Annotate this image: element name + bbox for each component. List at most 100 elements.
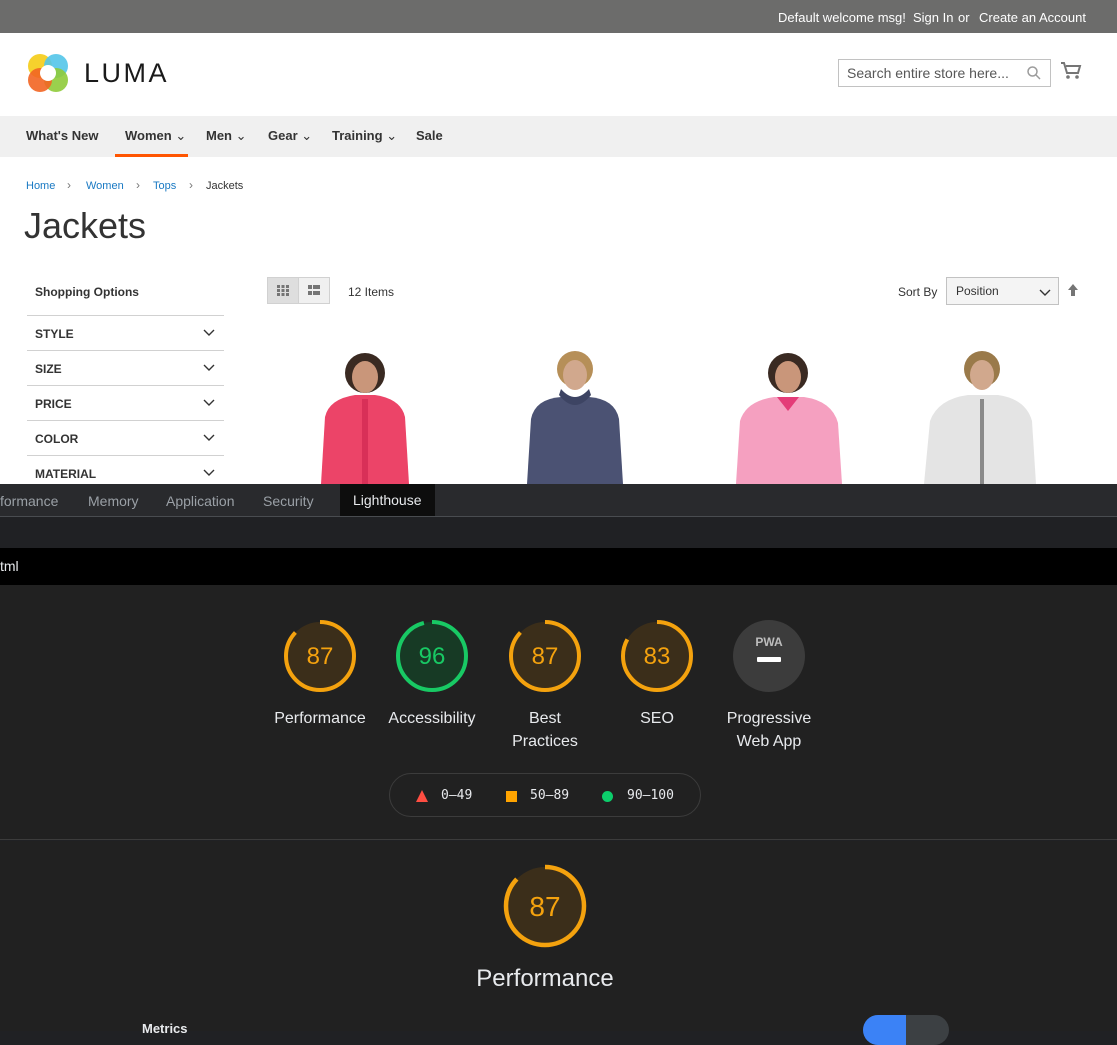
store-header: LUMA Search entire store here... (0, 33, 1117, 116)
gauge-label: Progressive Web App (709, 707, 829, 753)
welcome-message: Default welcome msg! (778, 10, 906, 25)
chevron-down-icon: ⌄ (301, 128, 313, 143)
devtools-toolbar (0, 517, 1117, 548)
nav-women-label: Women (125, 128, 172, 143)
pass-circle-icon (602, 791, 613, 802)
gauge-score: 96 (419, 643, 446, 670)
pwa-badge-text: PWA (755, 635, 783, 649)
metrics-view-toggle[interactable] (863, 1015, 949, 1045)
filter-label: PRICE (35, 397, 72, 411)
sign-in-link[interactable]: Sign In (913, 10, 953, 25)
gauge-label: SEO (640, 710, 674, 727)
gauge-score: 83 (644, 643, 671, 670)
gauge-performance[interactable]: 87 Performance (260, 618, 380, 730)
gauge-label-line2: Web App (736, 733, 802, 750)
filter-label: MATERIAL (35, 467, 97, 481)
tab-security[interactable]: Security (263, 493, 314, 509)
metrics-heading: Metrics (142, 1021, 188, 1036)
gauge-score: 87 (307, 643, 334, 670)
luma-logo-icon[interactable] (26, 51, 70, 95)
gauge-label: Best Practices (485, 707, 605, 753)
nav-whats-new[interactable]: What's New (26, 128, 98, 143)
nav-women[interactable]: Women ⌄ (125, 128, 186, 144)
sort-direction-arrow-icon[interactable] (1067, 283, 1079, 297)
nav-sale[interactable]: Sale (416, 128, 443, 143)
nav-men[interactable]: Men ⌄ (206, 128, 247, 144)
chevron-down-icon (203, 434, 215, 441)
legend-average-range: 50–89 (530, 788, 570, 803)
nav-training[interactable]: Training ⌄ (332, 128, 397, 144)
chevron-down-icon (203, 469, 215, 476)
breadcrumb-home[interactable]: Home (26, 180, 55, 192)
filter-price[interactable]: PRICE (27, 385, 224, 420)
item-count: 12 Items (348, 285, 395, 299)
filter-size[interactable]: SIZE (27, 350, 224, 385)
search-input[interactable]: Search entire store here... (838, 59, 1051, 87)
product-image-pink-jacket[interactable] (305, 337, 425, 484)
chevron-down-icon (203, 399, 215, 406)
search-icon[interactable] (1026, 65, 1042, 81)
list-icon (308, 285, 320, 295)
or-text: or (958, 10, 970, 25)
chevron-down-icon: ⌄ (235, 128, 247, 143)
gauge-label: Performance (274, 710, 366, 727)
legend-fail-range: 0–49 (441, 788, 473, 803)
tab-memory[interactable]: Memory (88, 493, 139, 509)
chevron-down-icon (203, 329, 215, 336)
report-url: tml (0, 548, 1117, 585)
product-image-white-jacket[interactable] (920, 337, 1040, 484)
product-image-navy-jacket[interactable] (515, 337, 635, 484)
gauge-best-practices[interactable]: 87 Best Practices (485, 618, 605, 753)
filter-label: STYLE (35, 327, 74, 341)
create-account-link[interactable]: Create an Account (979, 10, 1086, 25)
filter-style[interactable]: STYLE (27, 315, 224, 350)
breadcrumb-tops[interactable]: Tops (153, 180, 176, 192)
performance-large-gauge: 87 (503, 864, 587, 948)
lighthouse-summary: 87 Performance 96 Accessibility 87 Best P… (0, 585, 1117, 840)
nav-gear-label: Gear (268, 128, 298, 143)
breadcrumb-separator-icon: › (136, 178, 140, 192)
seo-gauge-ring: 83 (621, 620, 693, 692)
pwa-badge-icon: PWA (733, 620, 805, 692)
cart-icon[interactable] (1060, 61, 1082, 81)
sort-select[interactable]: Position (946, 277, 1059, 305)
accessibility-gauge-ring: 96 (396, 620, 468, 692)
devtools-tab-bar: formance Memory Application Security Lig… (0, 484, 1117, 517)
breadcrumb-women[interactable]: Women (86, 180, 124, 192)
gauge-accessibility[interactable]: 96 Accessibility (372, 618, 492, 730)
search-placeholder: Search entire store here... (847, 65, 1009, 81)
list-view-button[interactable] (298, 277, 330, 304)
toggle-selected-segment (863, 1015, 906, 1045)
chevron-down-icon (1039, 289, 1051, 296)
gauge-score: 87 (529, 891, 560, 922)
chevron-down-icon: ⌄ (175, 128, 187, 143)
logo-text[interactable]: LUMA (84, 58, 169, 89)
nav-training-label: Training (332, 128, 383, 143)
tab-lighthouse[interactable]: Lighthouse (340, 484, 435, 516)
grid-icon (277, 285, 289, 296)
legend-pass-range: 90–100 (627, 788, 674, 803)
chevron-down-icon (203, 364, 215, 371)
best-practices-gauge-ring: 87 (509, 620, 581, 692)
nav-men-label: Men (206, 128, 232, 143)
gauge-pwa[interactable]: PWA Progressive Web App (709, 618, 829, 753)
grid-view-button[interactable] (267, 277, 299, 304)
filter-label: COLOR (35, 432, 79, 446)
filter-color[interactable]: COLOR (27, 420, 224, 455)
gauge-label-line1: Best (528, 710, 561, 727)
tab-application[interactable]: Application (166, 493, 235, 509)
breadcrumb-current: Jackets (206, 180, 244, 192)
page-title: Jackets (24, 205, 147, 246)
store-top-bar: Default welcome msg! Sign In or Create a… (0, 0, 1117, 33)
category-page: Home › Women › Tops › Jackets Jackets Sh… (0, 157, 1117, 484)
product-image-light-pink-jacket[interactable] (722, 337, 842, 484)
sort-by-label: Sort By (898, 285, 938, 299)
score-legend: 0–49 50–89 90–100 (389, 773, 701, 817)
gauge-score: 87 (532, 643, 559, 670)
gauge-label: Accessibility (388, 710, 476, 727)
nav-gear[interactable]: Gear ⌄ (268, 128, 312, 144)
tab-performance[interactable]: formance (0, 493, 58, 509)
main-navigation: What's New Women ⌄ Men ⌄ Gear ⌄ Training… (0, 116, 1117, 157)
chevron-down-icon: ⌄ (386, 128, 398, 143)
gauge-seo[interactable]: 83 SEO (597, 618, 717, 730)
